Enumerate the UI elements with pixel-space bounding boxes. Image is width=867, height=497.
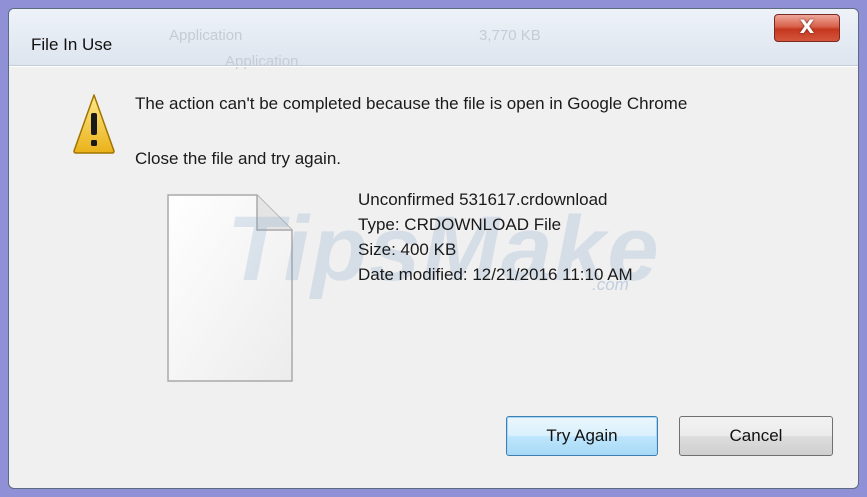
- try-again-button[interactable]: Try Again: [506, 416, 658, 456]
- file-type: Type: CRDOWNLOAD File: [358, 215, 562, 234]
- warning-triangle-icon: [73, 94, 115, 154]
- error-message: The action can't be completed because th…: [135, 94, 688, 113]
- file-details: Unconfirmed 531617.crdownload Type: CRDO…: [358, 187, 633, 287]
- close-button[interactable]: X: [774, 14, 840, 42]
- blank-file-icon: [167, 194, 293, 382]
- close-icon: X: [799, 16, 815, 38]
- file-date-modified: Date modified: 12/21/2016 11:10 AM: [358, 265, 633, 284]
- cancel-button[interactable]: Cancel: [679, 416, 833, 456]
- file-size: Size: 400 KB: [358, 240, 457, 259]
- file-in-use-dialog: Application 3,770 KB Application File In…: [8, 8, 859, 489]
- instruction-text: Close the file and try again.: [135, 149, 342, 168]
- background-ghost-text: 3,770 KB: [479, 27, 541, 44]
- title-bar[interactable]: Application 3,770 KB Application File In…: [9, 9, 858, 70]
- file-name: Unconfirmed 531617.crdownload: [358, 190, 608, 209]
- window-title: File In Use: [31, 35, 113, 54]
- background-ghost-text: Application: [169, 27, 243, 44]
